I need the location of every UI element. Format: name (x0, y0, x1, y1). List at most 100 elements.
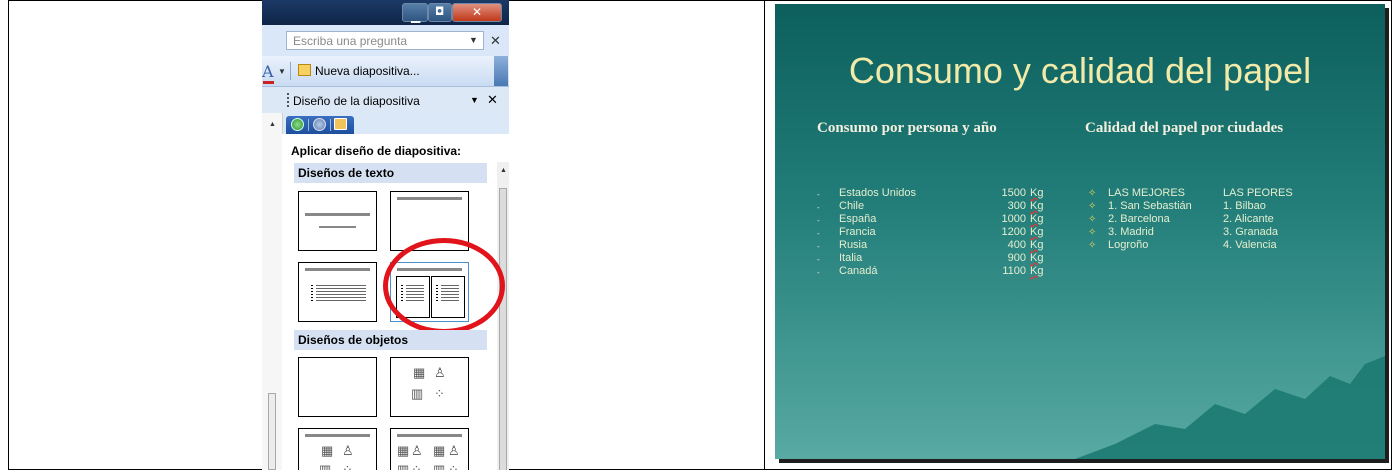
best-city: Logroño (1108, 239, 1149, 251)
worst-city: 4. Valencia (1223, 239, 1277, 251)
best-city: 1. San Sebastián (1108, 200, 1192, 212)
powerpoint-task-pane-crop: ▁ ◘ ✕ Escriba una pregunta ▼ ✕ A ▼ Nueva… (262, 0, 509, 470)
layout-blank[interactable] (298, 357, 377, 417)
list-item-amount: 1200 (1001, 226, 1026, 238)
pane-nav-bar (286, 116, 354, 134)
table-icon: ▦ (413, 365, 426, 380)
diagram-icon: ⁘ (448, 462, 459, 471)
chart-icon: ▥ (319, 462, 332, 471)
left-column-heading: Consumo por persona y año (817, 120, 997, 136)
font-color-button[interactable]: A (262, 62, 274, 84)
list-item-amount: 1100 (1002, 265, 1026, 277)
list-item-country: Chile (839, 200, 865, 212)
diagram-icon: ⁘ (411, 462, 422, 471)
forward-icon[interactable] (313, 118, 326, 131)
slide-preview: Consumo y calidad del papel Consumo por … (775, 4, 1385, 459)
list-item-country: Rusia (839, 239, 868, 251)
scrollbar-thumb[interactable] (499, 188, 507, 470)
list-item-unit: Kg (1030, 187, 1044, 199)
diagram-icon: ⁘ (434, 386, 445, 401)
highlight-circle (383, 238, 505, 334)
layout-content[interactable]: ▦ ♙ ▥ ⁘ (390, 357, 469, 417)
section-text-layouts: Diseños de texto (294, 163, 487, 183)
list-item-country: Italia (839, 252, 863, 264)
worst-header: LAS PEORES (1223, 187, 1293, 199)
left-scrollbar[interactable]: ▲ (262, 113, 283, 470)
list-item-country: España (839, 213, 877, 225)
list-item-unit: Kg (1030, 252, 1044, 264)
apply-layout-label: Aplicar diseño de diapositiva: (291, 144, 462, 158)
chevron-down-icon[interactable]: ▼ (469, 35, 478, 45)
clipart-icon: ♙ (411, 443, 423, 458)
diamond-bullet-icon: ✧ (1088, 201, 1097, 212)
worst-city: 2. Alicante (1223, 213, 1274, 225)
toolbar-separator (290, 62, 291, 80)
worst-city: 1. Bilbao (1223, 200, 1266, 212)
clipart-icon: ♙ (342, 443, 354, 458)
gallery-scrollbar[interactable]: ▲ (497, 162, 509, 470)
slide-title: Consumo y calidad del papel (848, 50, 1312, 91)
diamond-bullet-icon: ✧ (1088, 214, 1097, 225)
back-icon[interactable] (291, 118, 304, 131)
minimize-button[interactable]: ▁ (402, 3, 428, 23)
new-slide-icon (298, 64, 311, 76)
list-item-amount: 900 (1007, 252, 1026, 264)
chart-icon: ▥ (397, 462, 410, 471)
clipart-icon: ♙ (448, 443, 460, 458)
scrollbar-thumb[interactable] (268, 393, 276, 470)
toolbar-options-button[interactable] (494, 56, 508, 86)
layout-title-and-content[interactable]: ▦ ♙ ▥ ⁘ (298, 428, 377, 470)
table-divider (764, 0, 765, 470)
home-icon[interactable] (334, 118, 347, 130)
scroll-up-icon[interactable]: ▲ (269, 121, 276, 128)
new-slide-label: Nueva diapositiva... (315, 64, 420, 78)
minimize-icon: ▁ (411, 9, 421, 23)
diamond-bullet-icon: ✧ (1088, 188, 1097, 199)
diamond-bullet-icon: ✧ (1088, 240, 1097, 251)
pane-title: Diseño de la diapositiva (293, 94, 420, 108)
task-pane-header: Diseño de la diapositiva ▼ ✕ (262, 87, 509, 113)
list-item-unit: Kg (1030, 239, 1044, 251)
list-item-unit: Kg (1030, 200, 1044, 212)
list-item-unit: Kg (1030, 213, 1044, 225)
section-object-layouts: Diseños de objetos (294, 330, 487, 350)
scroll-up-icon[interactable]: ▲ (500, 167, 507, 174)
window-titlebar: ▁ ◘ ✕ (262, 0, 509, 25)
close-window-button[interactable]: ✕ (452, 3, 502, 22)
formatting-toolbar: A ▼ Nueva diapositiva... (262, 56, 509, 87)
new-slide-button[interactable]: Nueva diapositiva... (298, 64, 420, 78)
chevron-down-icon[interactable]: ▼ (278, 67, 286, 76)
best-city: 3. Madrid (1108, 226, 1154, 238)
diagram-icon: ⁘ (342, 462, 353, 471)
list-item-country: Canadá (839, 265, 878, 277)
layout-title-slide[interactable] (298, 191, 377, 251)
restore-button[interactable]: ◘ (428, 3, 452, 22)
separator (330, 119, 331, 131)
table-icon: ▦ (433, 443, 446, 458)
list-item-amount: 1000 (1001, 213, 1026, 225)
close-icon[interactable]: ✕ (487, 92, 498, 108)
close-icon: ✕ (472, 5, 483, 19)
list-item-amount: 300 (1007, 200, 1026, 212)
best-city: 2. Barcelona (1108, 213, 1170, 225)
list-item-amount: 1500 (1001, 187, 1026, 199)
separator (308, 119, 309, 131)
right-column-heading: Calidad del papel por ciudades (1085, 120, 1284, 136)
list-item-unit: Kg (1030, 265, 1044, 277)
diamond-bullet-icon: ✧ (1088, 227, 1097, 238)
layout-title-and-text[interactable] (298, 262, 377, 322)
list-item-country: Estados Unidos (839, 187, 917, 199)
grip-icon[interactable] (287, 93, 289, 107)
table-icon: ▦ (397, 443, 410, 458)
list-item-country: Francia (839, 226, 876, 238)
list-item-amount: 400 (1007, 239, 1026, 251)
ask-question-input[interactable]: Escriba una pregunta (286, 31, 484, 50)
layout-title-two-content[interactable]: ▦ ♙ ▦ ♙ ▥ ⁘ ▥ ⁘ (390, 428, 469, 470)
best-header: LAS MEJORES (1108, 187, 1186, 199)
help-row: Escriba una pregunta ▼ ✕ (262, 26, 509, 56)
close-icon[interactable]: ✕ (490, 33, 501, 49)
layout-gallery: Aplicar diseño de diapositiva: Diseños d… (282, 134, 509, 470)
chevron-down-icon[interactable]: ▼ (470, 95, 479, 105)
clipart-icon: ♙ (434, 365, 446, 380)
chart-icon: ▥ (411, 386, 424, 401)
